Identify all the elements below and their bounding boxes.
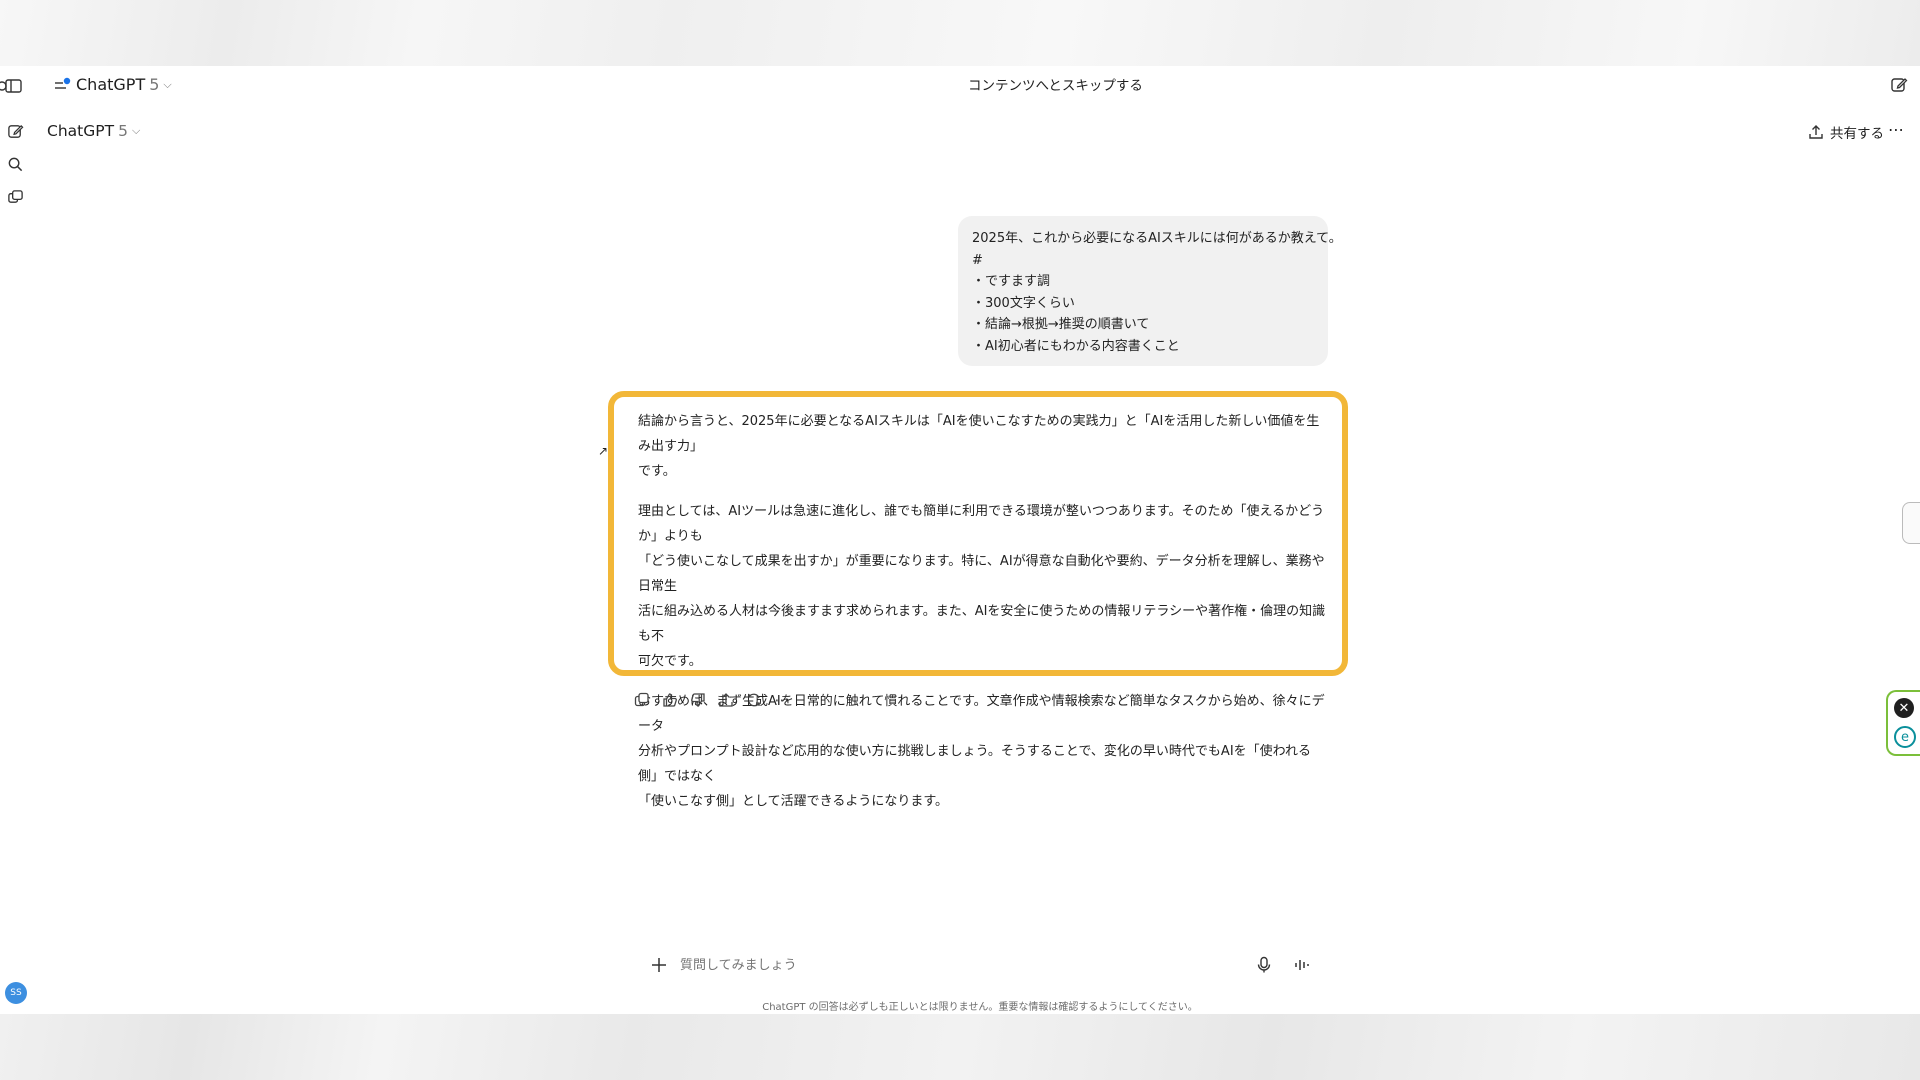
share-label: 共有する <box>1830 126 1884 142</box>
disclaimer: ChatGPT の回答は必ずしも正しいとは限りません。重要な情報は確認するように… <box>762 1002 1198 1013</box>
more-icon[interactable]: ⋯ <box>772 690 792 710</box>
user-message: 2025年、これから必要になるAIスキルには何があるか教えて。 # ・ですます調… <box>958 216 1342 366</box>
side-panel-tab[interactable] <box>1902 502 1920 544</box>
conversation-model-name: ChatGPT <box>47 122 115 140</box>
answer-line: 分析やプロンプト設計など応用的な使い方に挑戦しましょう。そうすることで、変化の早… <box>638 744 1311 784</box>
user-message-line: ・ですます調 <box>972 274 1051 290</box>
extension-e-icon[interactable]: e <box>1894 726 1916 748</box>
user-message-line: ・AI初心者にもわかる内容書くこと <box>972 338 1180 354</box>
copy-icon[interactable] <box>632 690 652 710</box>
more-icon: ⋯ <box>1888 120 1905 139</box>
menu-notification-icon <box>54 77 72 93</box>
library-icon[interactable] <box>7 189 24 206</box>
regenerate-icon[interactable] <box>744 690 764 710</box>
voice-mode-icon[interactable] <box>1294 956 1310 974</box>
message-actions: ⋯ <box>632 690 792 710</box>
answer-paragraph-conclusion: 結論から言うと、2025年に必要となるAIスキルは「AIを使いこなすための実践力… <box>638 409 1328 484</box>
new-chat-icon[interactable] <box>7 123 24 140</box>
sidebar-toggle-icon[interactable] <box>0 77 24 95</box>
answer-line: 活に組み込める人材は今後ますます求められます。また、AIを安全に使うための情報リ… <box>638 604 1326 644</box>
message-input[interactable] <box>680 954 1220 976</box>
background-bottom <box>0 1014 1920 1080</box>
thumbs-down-icon[interactable] <box>688 690 708 710</box>
answer-line: 理由としては、AIツールは急速に進化し、誰でも簡単に利用できる環境が整いつつあり… <box>638 504 1325 544</box>
answer-line: です。 <box>638 464 676 479</box>
share-button[interactable]: 共有する <box>1808 122 1884 142</box>
assistant-message: 結論から言うと、2025年に必要となるAIスキルは「AIを使いこなすための実践力… <box>608 391 1348 809</box>
header-model-selector[interactable]: ChatGPT 5 ⌵ <box>54 75 172 94</box>
share-icon[interactable] <box>716 690 736 710</box>
chevron-down-icon: ⌵ <box>131 124 141 137</box>
skip-to-content-link[interactable]: コンテンツへとスキップする <box>968 74 1143 94</box>
close-circle-icon[interactable]: ✕ <box>1894 698 1914 718</box>
more-options-button[interactable]: ⋯ <box>1888 120 1905 139</box>
avatar[interactable]: SS <box>5 982 27 1004</box>
user-message-line: ・300文字くらい <box>972 295 1075 311</box>
user-message-line: ・結論→根拠→推奨の順書いて <box>972 317 1150 333</box>
chevron-down-icon: ⌵ <box>163 77 172 91</box>
user-message-line: 2025年、これから必要になるAIスキルには何があるか教えて。 <box>972 231 1342 246</box>
header-model-version: 5 <box>149 75 160 94</box>
pin-icon: ↗ <box>598 444 609 458</box>
extension-widget: ✕ e <box>1886 690 1920 756</box>
thumbs-up-icon[interactable] <box>660 690 680 710</box>
plus-icon[interactable] <box>650 956 668 974</box>
search-icon[interactable] <box>7 156 24 173</box>
edit-icon[interactable] <box>1890 76 1908 94</box>
conversation-model-selector[interactable]: ChatGPT 5 ⌵ <box>47 122 140 140</box>
composer <box>640 954 1330 978</box>
answer-line: 「どう使いこなして成果を出すか」が重要になります。特に、AIが得意な自動化や要約… <box>638 554 1325 594</box>
answer-line: 可欠です。 <box>638 654 702 669</box>
share-icon <box>1808 124 1824 140</box>
user-message-line: # <box>972 252 983 268</box>
header-model-name: ChatGPT <box>76 75 146 94</box>
answer-line: 「使いこなす側」として活躍できるようになります。 <box>638 794 949 809</box>
answer-paragraph-reason: 理由としては、AIツールは急速に進化し、誰でも簡単に利用できる環境が整いつつあり… <box>638 499 1328 674</box>
conversation-model-version: 5 <box>118 122 128 140</box>
answer-line: 結論から言うと、2025年に必要となるAIスキルは「AIを使いこなすための実践力… <box>638 414 1320 454</box>
mic-icon[interactable] <box>1256 956 1272 974</box>
background-top <box>0 0 1920 66</box>
